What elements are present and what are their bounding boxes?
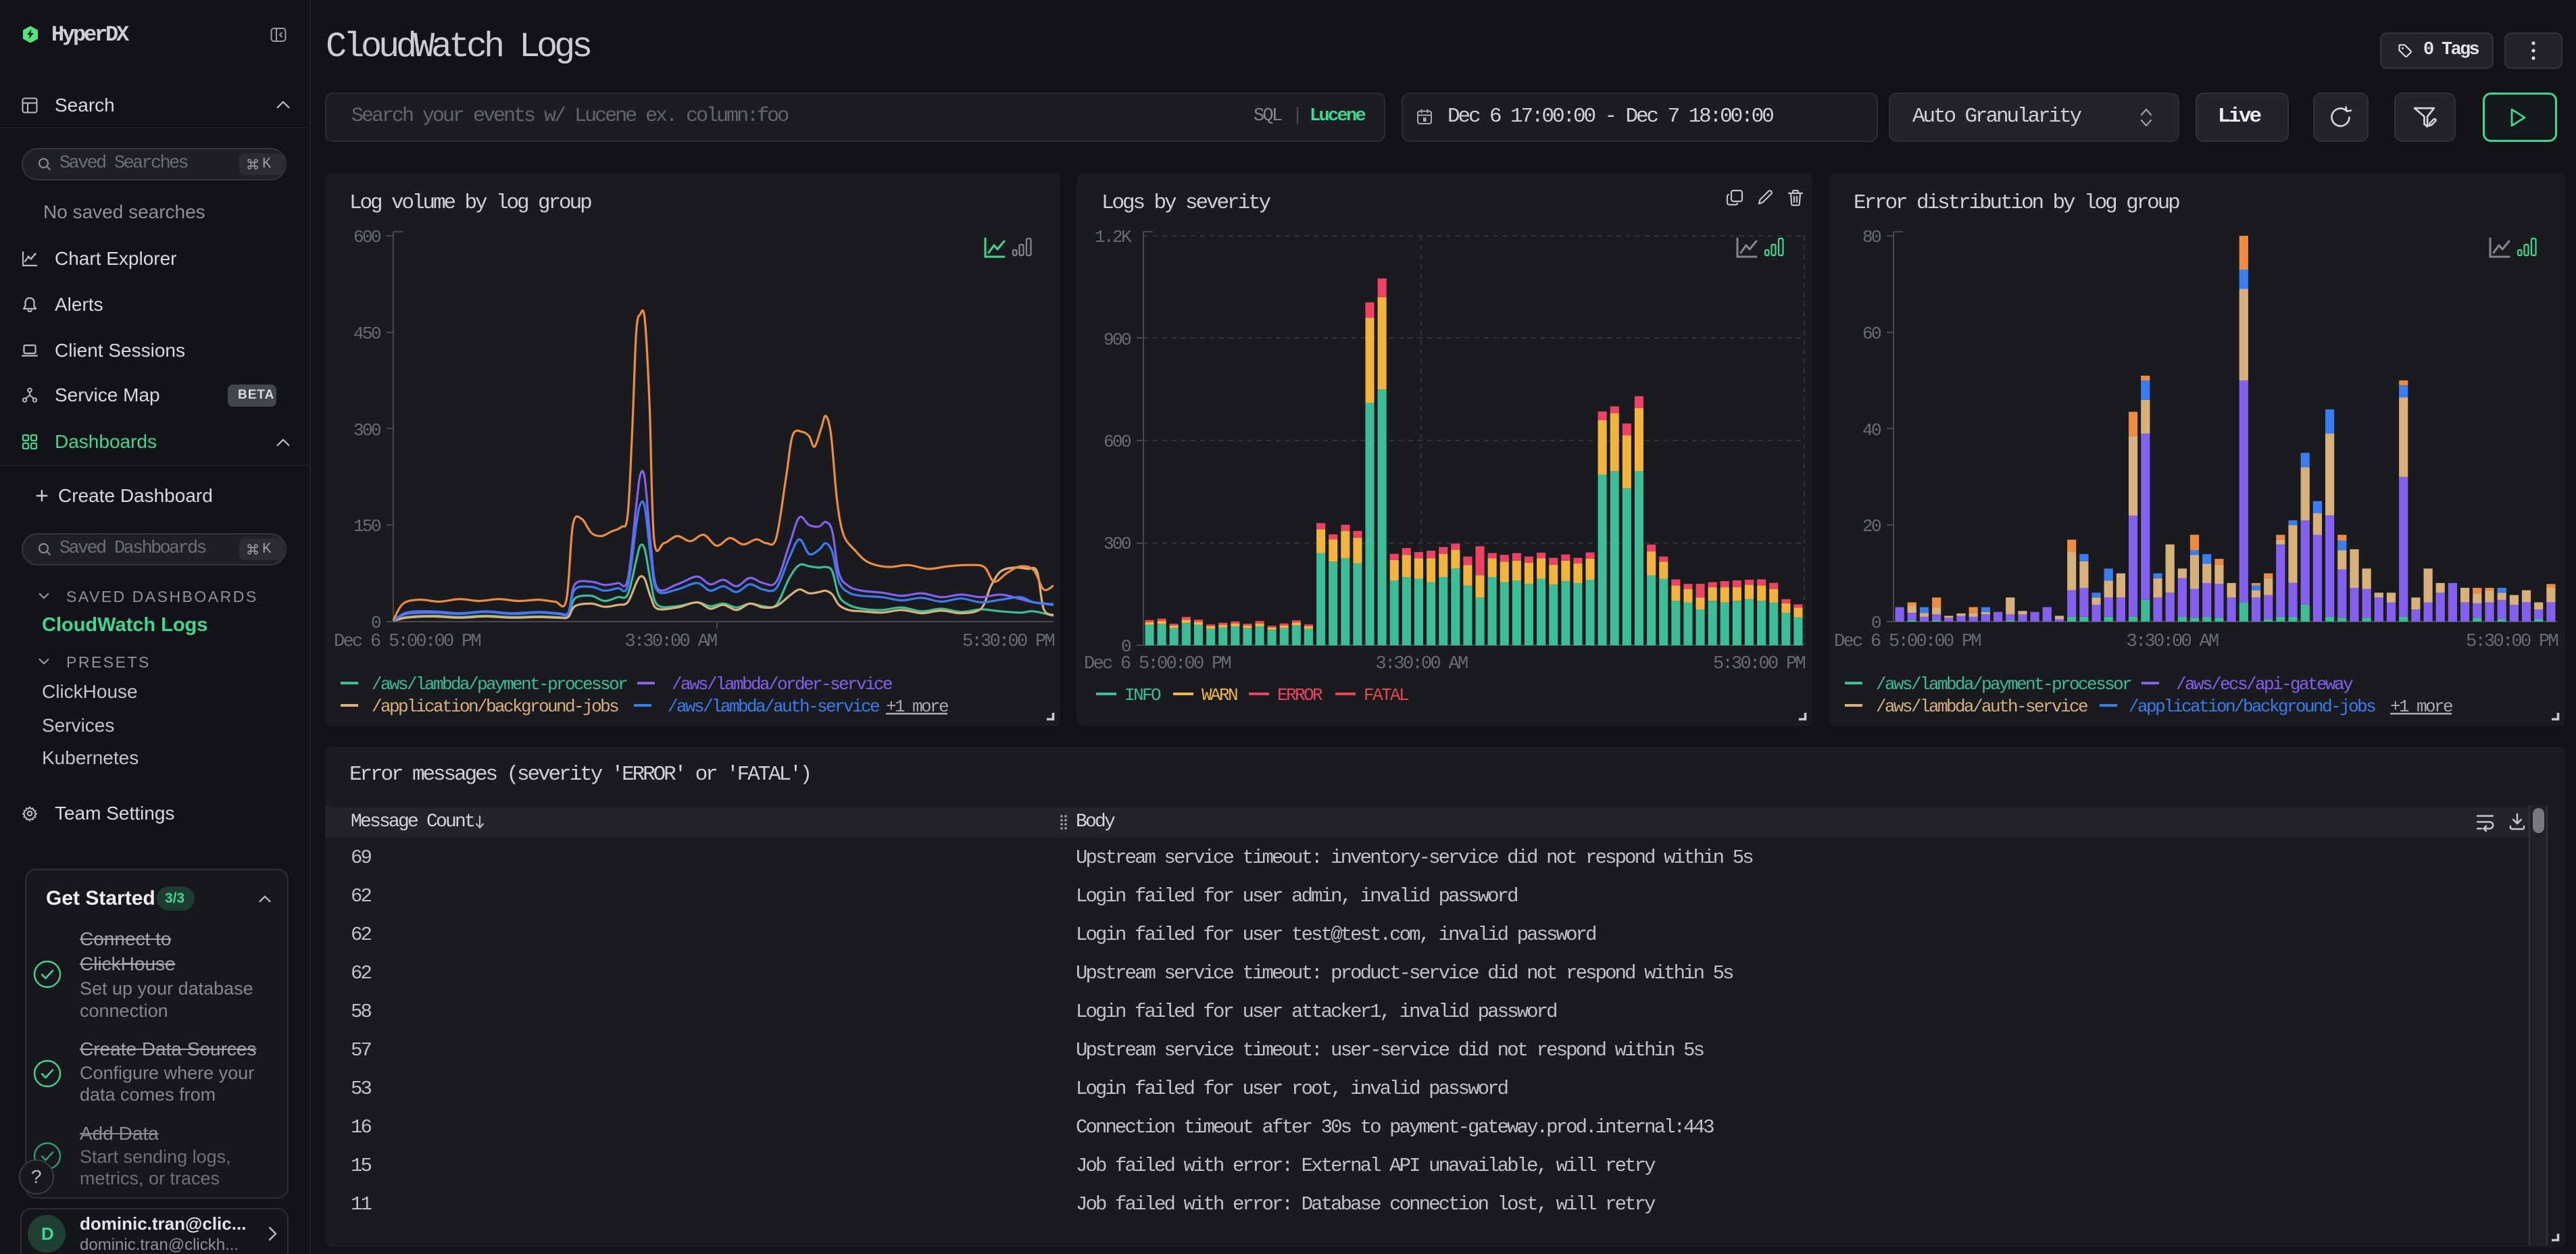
svg-text:+1 more: +1 more <box>886 697 948 717</box>
svg-text:Dec 6 5:00:00 PM: Dec 6 5:00:00 PM <box>1834 632 1981 652</box>
svg-text:20: 20 <box>1862 516 1881 536</box>
svg-text:300: 300 <box>1104 534 1131 554</box>
svg-text:5:30:00 PM: 5:30:00 PM <box>2466 632 2558 652</box>
svg-text:0: 0 <box>1871 613 1881 633</box>
svg-text:0: 0 <box>371 613 380 633</box>
svg-text:/aws/ecs/api-gateway: /aws/ecs/api-gateway <box>2176 674 2353 695</box>
svg-text:300: 300 <box>353 420 380 441</box>
svg-text:900: 900 <box>1104 330 1131 350</box>
svg-text:60: 60 <box>1862 324 1881 344</box>
svg-text:ERROR: ERROR <box>1277 685 1322 705</box>
svg-text:450: 450 <box>353 324 380 344</box>
svg-text:3:30:00 AM: 3:30:00 AM <box>1375 654 1468 674</box>
svg-text:1.2K: 1.2K <box>1095 227 1132 247</box>
svg-text:40: 40 <box>1862 420 1881 441</box>
svg-text:FATAL: FATAL <box>1364 685 1408 705</box>
svg-text:/aws/lambda/order-service: /aws/lambda/order-service <box>672 674 892 695</box>
svg-text:80: 80 <box>1862 227 1881 247</box>
svg-text:5:30:00 PM: 5:30:00 PM <box>962 632 1055 652</box>
svg-text:600: 600 <box>353 227 380 247</box>
svg-text:/application/background-jobs: /application/background-jobs <box>372 697 618 717</box>
svg-text:/aws/lambda/auth-service: /aws/lambda/auth-service <box>1876 697 2087 717</box>
svg-text:3:30:00 AM: 3:30:00 AM <box>2126 632 2219 652</box>
svg-text:Dec 6 5:00:00 PM: Dec 6 5:00:00 PM <box>334 632 481 652</box>
svg-text:INFO: INFO <box>1124 685 1161 705</box>
svg-text:Log volume by log group: Log volume by log group <box>349 191 591 215</box>
svg-text:150: 150 <box>353 516 380 536</box>
svg-text:5:30:00 PM: 5:30:00 PM <box>1713 654 1806 674</box>
svg-text:/aws/lambda/auth-service: /aws/lambda/auth-service <box>668 697 879 717</box>
svg-text:Dec 6 5:00:00 PM: Dec 6 5:00:00 PM <box>1084 654 1231 674</box>
svg-text:/aws/lambda/payment-processor: /aws/lambda/payment-processor <box>372 674 627 695</box>
svg-text:Error distribution by log grou: Error distribution by log group <box>1854 191 2179 215</box>
svg-text:600: 600 <box>1104 432 1131 452</box>
svg-text:3:30:00 AM: 3:30:00 AM <box>624 632 717 652</box>
svg-text:/aws/lambda/payment-processor: /aws/lambda/payment-processor <box>1876 674 2131 695</box>
svg-text:+1 more: +1 more <box>2390 697 2452 717</box>
svg-text:Logs by severity: Logs by severity <box>1101 191 1271 215</box>
svg-text:WARN: WARN <box>1202 685 1237 705</box>
svg-text:/application/background-jobs: /application/background-jobs <box>2129 697 2375 717</box>
